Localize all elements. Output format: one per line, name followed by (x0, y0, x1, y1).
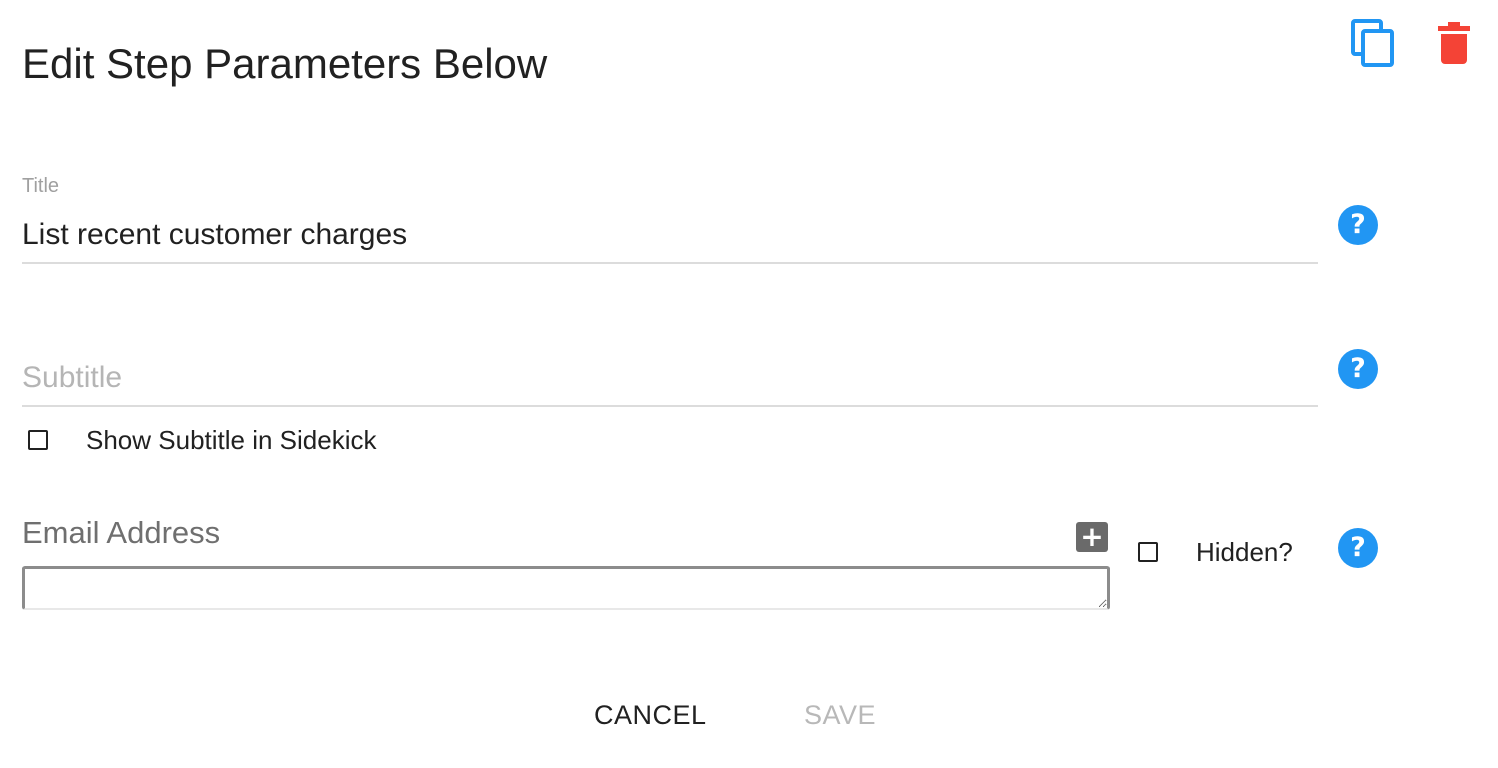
hidden-label: Hidden? (1196, 537, 1293, 567)
subtitle-help-icon[interactable]: ? (1338, 349, 1378, 389)
show-subtitle-label: Show Subtitle in Sidekick (86, 425, 377, 455)
cancel-button[interactable]: CANCEL (594, 700, 707, 731)
email-field-label: Email Address (22, 515, 221, 550)
delete-icon[interactable] (1436, 20, 1472, 66)
add-icon[interactable]: + (1076, 522, 1108, 552)
subtitle-underline (22, 405, 1318, 407)
email-help-icon[interactable]: ? (1338, 528, 1378, 568)
dialog-heading: Edit Step Parameters Below (22, 40, 548, 87)
subtitle-input[interactable] (22, 356, 1318, 400)
title-field-label: Title (22, 175, 60, 197)
edit-step-dialog: Edit Step Parameters Below Title List re… (0, 0, 1498, 768)
hidden-checkbox[interactable] (1138, 542, 1158, 562)
show-subtitle-checkbox[interactable] (28, 430, 48, 450)
email-textarea[interactable] (22, 566, 1110, 610)
title-input[interactable]: List recent customer charges (22, 218, 407, 252)
save-button[interactable]: SAVE (804, 700, 876, 731)
title-underline (22, 262, 1318, 264)
copy-icon[interactable] (1350, 18, 1396, 68)
title-help-icon[interactable]: ? (1338, 205, 1378, 245)
